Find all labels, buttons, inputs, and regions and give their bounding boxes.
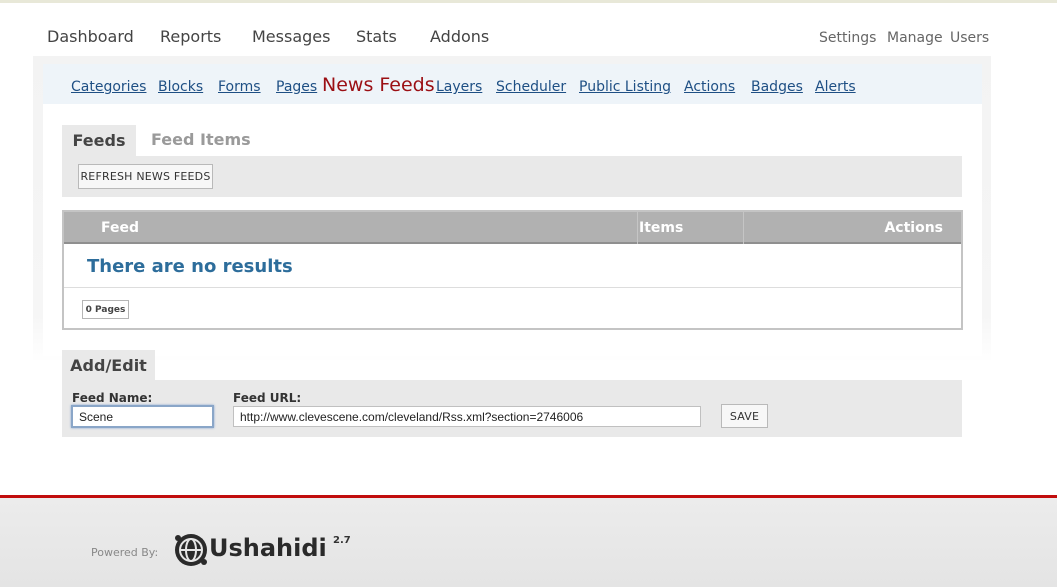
feed-name-input[interactable]	[71, 405, 214, 428]
feed-name-label: Feed Name:	[72, 391, 153, 405]
tab-feeds[interactable]: Feeds	[62, 125, 136, 156]
settings-subnav: Categories Blocks Forms Pages News Feeds…	[43, 64, 982, 104]
row-divider	[64, 287, 961, 288]
subnav-blocks[interactable]: Blocks	[158, 79, 203, 95]
column-feed: Feed	[101, 220, 140, 236]
feed-url-input[interactable]	[233, 406, 701, 427]
add-edit-form: Feed Name: Feed URL: SAVE	[62, 380, 962, 437]
top-border	[0, 0, 1057, 3]
nav-settings[interactable]: Settings	[819, 30, 876, 46]
nav-addons[interactable]: Addons	[430, 27, 489, 46]
feed-url-label: Feed URL:	[233, 391, 302, 405]
subnav-categories[interactable]: Categories	[71, 79, 146, 95]
subnav-actions[interactable]: Actions	[684, 79, 735, 95]
column-divider	[743, 212, 744, 244]
nav-dashboard[interactable]: Dashboard	[47, 27, 134, 46]
table-header: Feed Items Actions	[64, 212, 961, 244]
empty-results-message: There are no results	[87, 256, 293, 277]
brand-name[interactable]: Ushahidi	[209, 534, 327, 562]
powered-by-label: Powered By:	[91, 546, 159, 559]
subnav-forms[interactable]: Forms	[218, 79, 261, 95]
footer	[0, 498, 1057, 587]
save-button[interactable]: SAVE	[721, 404, 768, 428]
feeds-table: Feed Items Actions There are no results …	[62, 210, 963, 330]
subnav-badges[interactable]: Badges	[751, 79, 803, 95]
subnav-alerts[interactable]: Alerts	[815, 79, 856, 95]
column-items: Items	[639, 220, 684, 236]
nav-stats[interactable]: Stats	[356, 27, 397, 46]
pagination-info: 0 Pages	[82, 300, 129, 319]
column-divider	[637, 212, 638, 244]
column-actions: Actions	[884, 220, 943, 236]
subnav-public-listing[interactable]: Public Listing	[579, 79, 671, 95]
subnav-news-feeds[interactable]: News Feeds	[322, 74, 435, 96]
subnav-pages[interactable]: Pages	[276, 79, 317, 95]
tab-toolbar: REFRESH NEWS FEEDS	[62, 156, 962, 197]
nav-reports[interactable]: Reports	[160, 27, 221, 46]
tab-add-edit[interactable]: Add/Edit	[62, 350, 155, 380]
nav-manage[interactable]: Manage	[887, 30, 943, 46]
version-label: 2.7	[333, 535, 351, 546]
subnav-layers[interactable]: Layers	[436, 79, 482, 95]
tab-feed-items[interactable]: Feed Items	[151, 130, 251, 149]
ushahidi-globe-icon	[175, 534, 207, 566]
subnav-scheduler[interactable]: Scheduler	[496, 79, 566, 95]
refresh-news-feeds-button[interactable]: REFRESH NEWS FEEDS	[78, 164, 213, 189]
nav-messages[interactable]: Messages	[252, 27, 330, 46]
nav-users[interactable]: Users	[950, 30, 989, 46]
